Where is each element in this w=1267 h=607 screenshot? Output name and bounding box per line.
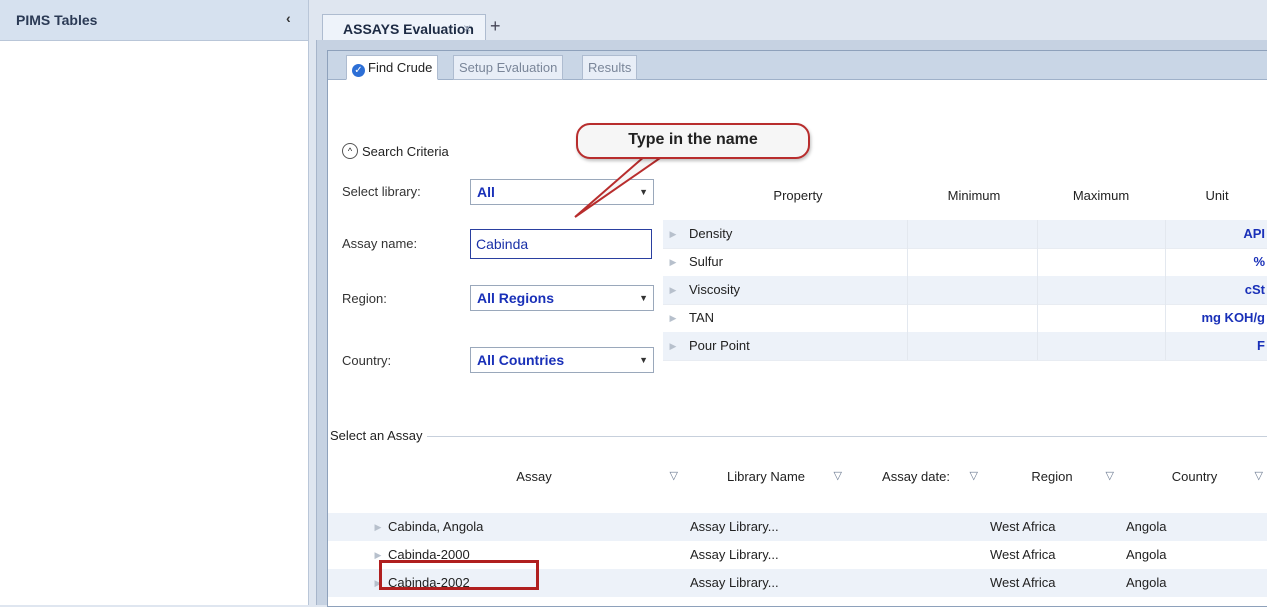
callout-pointer	[574, 155, 667, 218]
annotation-overlay	[574, 155, 667, 218]
annotation-callout: Type in the name	[576, 123, 810, 159]
callout-text: Type in the name	[628, 131, 758, 148]
highlight-box	[379, 560, 539, 590]
